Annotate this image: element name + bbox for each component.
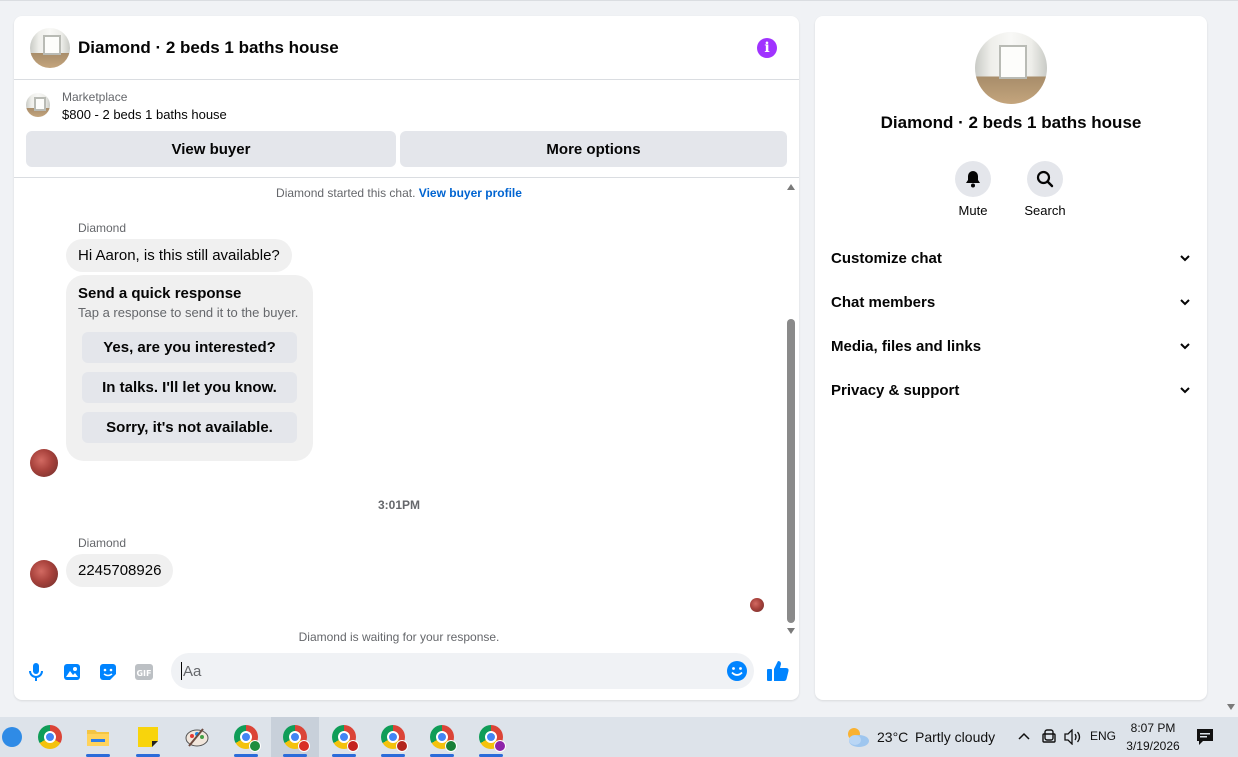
read-receipt-avatar [750, 598, 764, 612]
message-bubble[interactable]: Hi Aaron, is this still available? [66, 239, 292, 272]
section-label: Customize chat [831, 249, 942, 267]
search-icon[interactable] [1027, 161, 1063, 197]
clock[interactable]: 8:07 PM 3/19/2026 [1120, 719, 1186, 755]
chevron-down-icon [1180, 343, 1190, 350]
taskbar-chrome-profile-icon[interactable] [467, 717, 515, 757]
clock-time: 8:07 PM [1130, 721, 1176, 735]
message-list[interactable]: Diamond started this chat. View buyer pr… [14, 178, 799, 644]
taskbar-sticky-notes-icon[interactable] [124, 717, 172, 757]
view-buyer-profile-link[interactable]: View buyer profile [419, 186, 522, 200]
chat-header: Diamond · 2 beds 1 baths house i [14, 16, 799, 80]
chevron-down-icon [1180, 255, 1190, 262]
message-input-container[interactable] [171, 653, 754, 689]
profile-name: Diamond · 2 beds 1 baths house [880, 113, 1142, 132]
more-options-button[interactable]: More options [400, 131, 787, 167]
volume-icon[interactable] [1064, 729, 1082, 745]
chevron-down-icon [1180, 299, 1190, 306]
clock-date: 3/19/2026 [1126, 739, 1180, 753]
waiting-note: Diamond is waiting for your response. [298, 630, 500, 644]
profile-avatar[interactable] [975, 32, 1047, 104]
view-buyer-button[interactable]: View buyer [26, 131, 396, 167]
scroll-up-arrow-icon[interactable] [787, 184, 795, 190]
quick-response-subtitle: Tap a response to send it to the buyer. [78, 305, 299, 320]
svg-text:GIF: GIF [136, 669, 151, 678]
time-separator: 3:01PM [377, 498, 421, 512]
bell-icon[interactable] [955, 161, 991, 197]
meet-now-icon[interactable] [1042, 729, 1056, 745]
listing-price-title: $800 - 2 beds 1 baths house [62, 107, 227, 122]
message-input[interactable] [183, 662, 703, 680]
conversation-avatar[interactable] [30, 27, 70, 68]
chat-started-text: Diamond started this chat. [276, 186, 416, 200]
info-icon[interactable]: i [757, 38, 777, 58]
taskbar: 23°C Partly cloudy ENG 8:07 PM 3/19/2026 [0, 717, 1238, 757]
taskbar-chrome-icon[interactable] [26, 717, 74, 757]
search-button[interactable]: Search [1015, 161, 1075, 218]
window-top-border [0, 0, 1238, 1]
microphone-icon[interactable] [25, 661, 47, 683]
emoji-icon[interactable] [726, 660, 748, 682]
sticker-icon[interactable] [97, 661, 119, 683]
chevron-down-icon [1180, 387, 1190, 394]
section-media-files-links[interactable]: Media, files and links [831, 324, 1191, 368]
partly-cloudy-icon [848, 728, 869, 747]
section-customize-chat[interactable]: Customize chat [831, 236, 1191, 280]
section-label: Media, files and links [831, 337, 982, 355]
quick-response-in-talks-button[interactable]: In talks. I'll let you know. [82, 372, 297, 403]
section-chat-members[interactable]: Chat members [831, 280, 1191, 324]
sender-avatar[interactable] [30, 560, 58, 588]
weather-condition: Partly cloudy [915, 729, 996, 745]
message-bubble[interactable]: 2245708926 [66, 554, 174, 587]
chat-title[interactable]: Diamond · 2 beds 1 baths house [78, 38, 339, 58]
taskbar-chrome-profile-icon[interactable] [222, 717, 270, 757]
text-caret [181, 662, 182, 680]
sender-name: Diamond [78, 221, 127, 235]
quick-response-not-available-button[interactable]: Sorry, it's not available. [82, 412, 297, 443]
photo-icon[interactable] [61, 661, 83, 683]
gif-icon[interactable]: GIF [133, 661, 155, 683]
taskbar-chrome-profile-icon[interactable] [369, 717, 417, 757]
listing-summary[interactable]: Marketplace $800 - 2 beds 1 baths house [26, 90, 227, 122]
weather-widget[interactable]: 23°C Partly cloudy [844, 725, 1004, 749]
weather-temperature: 23°C [877, 729, 909, 745]
section-privacy-support[interactable]: Privacy & support [831, 368, 1191, 412]
chat-started-note: Diamond started this chat. View buyer pr… [14, 186, 784, 200]
listing-thumbnail [26, 93, 50, 117]
composer: GIF [14, 644, 799, 700]
mute-label: Mute [958, 203, 988, 218]
taskbar-paint-icon[interactable] [173, 717, 221, 757]
sender-name: Diamond [78, 536, 127, 550]
quick-response-title: Send a quick response [78, 285, 242, 302]
listing-actions: View buyer More options [26, 131, 787, 167]
quick-response-yes-button[interactable]: Yes, are you interested? [82, 332, 297, 363]
input-language[interactable]: ENG [1090, 729, 1116, 743]
conversation-info-panel: Diamond · 2 beds 1 baths house Mute Sear… [815, 16, 1207, 700]
sender-avatar[interactable] [30, 449, 58, 477]
like-icon[interactable] [765, 658, 791, 684]
section-label: Chat members [831, 293, 936, 311]
listing-source: Marketplace [62, 90, 128, 104]
taskbar-chrome-profile-icon[interactable] [418, 717, 466, 757]
chevron-up-icon[interactable] [1018, 731, 1030, 741]
section-label: Privacy & support [831, 381, 960, 399]
page-scroll-down-icon[interactable] [1227, 704, 1235, 710]
quick-response-card: Send a quick response Tap a response to … [66, 275, 313, 461]
scroll-thumb[interactable] [787, 319, 795, 623]
chat-panel: Diamond · 2 beds 1 baths house i Marketp… [14, 16, 799, 700]
mute-button[interactable]: Mute [943, 161, 1003, 218]
notifications-icon[interactable] [1196, 728, 1214, 746]
taskbar-chrome-profile-icon[interactable] [320, 717, 368, 757]
taskbar-file-explorer-icon[interactable] [74, 717, 122, 757]
scroll-down-arrow-icon[interactable] [787, 628, 795, 634]
taskbar-chrome-profile-icon[interactable] [271, 717, 319, 757]
message-scrollbar[interactable] [784, 178, 799, 644]
search-label: Search [1024, 203, 1066, 218]
